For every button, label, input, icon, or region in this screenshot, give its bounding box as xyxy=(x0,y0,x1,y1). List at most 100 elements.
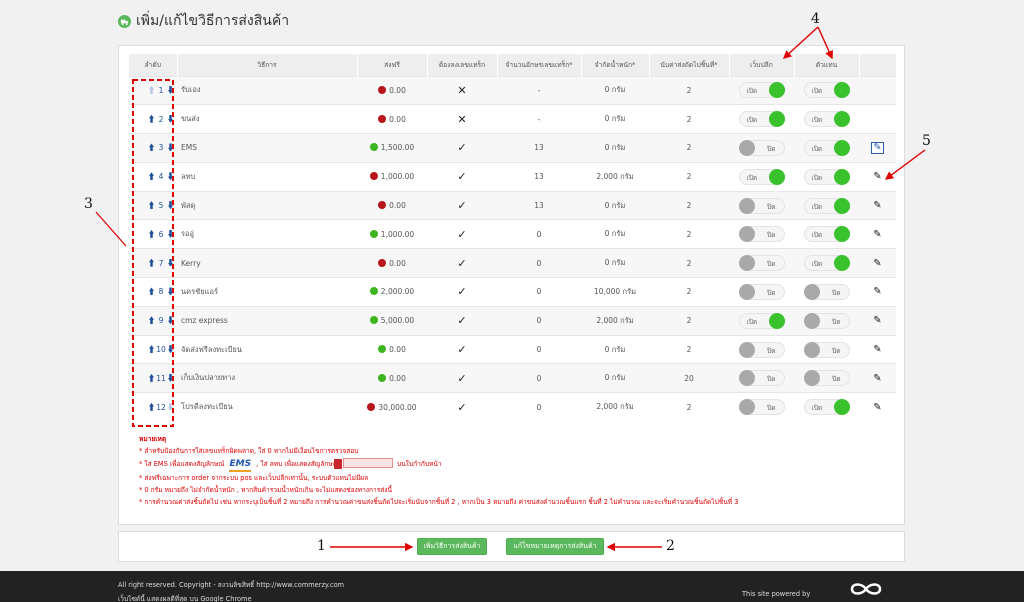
web-retail-toggle[interactable]: ปิด xyxy=(738,399,785,416)
col-free-header[interactable]: ส่งฟรี xyxy=(357,54,428,76)
arrow-down-icon[interactable] xyxy=(168,287,173,296)
col-agent-header[interactable]: ตัวแทน xyxy=(794,54,860,76)
toggle-label: ปิด xyxy=(832,288,841,297)
web-retail-toggle[interactable]: ปิด xyxy=(738,370,785,387)
pencil-icon[interactable]: ✎ xyxy=(873,344,881,355)
web-retail-toggle[interactable]: ปิด xyxy=(738,283,785,300)
web-retail-toggle[interactable]: เปิด xyxy=(738,82,785,99)
toggle-label: เปิด xyxy=(811,231,823,240)
arrow-down-icon[interactable] xyxy=(168,85,173,94)
pencil-icon[interactable]: ✎ xyxy=(873,258,881,269)
arrow-down-icon[interactable] xyxy=(168,316,173,325)
tracking-length-value: 0 xyxy=(497,305,581,336)
agent-toggle[interactable]: เปิด xyxy=(803,82,850,99)
note-3: * ส่งฟรีเฉพาะการ order จากระบบ pos และเว… xyxy=(139,473,369,482)
table-row: 2 ขนส่ง 0.00 ✕ -0 กรัม 2 เปิด เปิด xyxy=(129,104,896,134)
weight-limit-value: 0 กรัม xyxy=(581,363,649,393)
arrow-down-icon[interactable] xyxy=(168,229,173,238)
footer-copyright: All right reserved. Copyright - สงวนลิขส… xyxy=(118,581,345,589)
free-shipping-value: 1,500.00 xyxy=(380,143,415,153)
tracking-cell: ✓ xyxy=(427,305,497,336)
next-item-count-value: 2 xyxy=(649,133,729,163)
check-icon: ✓ xyxy=(457,227,467,241)
col-count-header[interactable]: นับค่าส่งถัดไปชิ้นที่* xyxy=(649,54,730,76)
status-dot-icon xyxy=(378,345,387,354)
toggle-knob xyxy=(833,255,850,272)
check-icon: ✓ xyxy=(457,170,467,184)
arrow-down-icon[interactable] xyxy=(168,172,173,181)
col-order-header[interactable]: ลำดับ xyxy=(129,54,178,76)
order-number: 7 xyxy=(158,258,164,268)
tracking-length-value: 13 xyxy=(497,190,581,220)
pencil-icon[interactable]: ✎ xyxy=(873,286,881,297)
agent-toggle[interactable]: ปิด xyxy=(803,341,850,358)
annotation-4: 4 xyxy=(811,11,820,27)
pencil-icon[interactable]: ✎ xyxy=(873,200,881,211)
order-number: 12 xyxy=(156,402,166,412)
agent-toggle[interactable]: ปิด xyxy=(803,370,850,387)
toggle-label: ปิด xyxy=(767,404,776,413)
add-shipping-method-button[interactable]: เพิ่มวิธีการส่งสินค้า xyxy=(417,538,487,555)
action-cell xyxy=(859,75,896,105)
toggle-label: เปิด xyxy=(811,87,823,96)
agent-toggle[interactable]: เปิด xyxy=(803,139,850,156)
arrow-down-icon[interactable] xyxy=(168,258,173,267)
toggle-label: ปิด xyxy=(832,375,841,384)
toggle-knob xyxy=(833,111,850,128)
pencil-icon[interactable]: ✎ xyxy=(873,402,881,413)
web-retail-toggle[interactable]: ปิด xyxy=(738,139,785,156)
col-weight-header[interactable]: จำกัดน้ำหนัก* xyxy=(581,54,650,76)
web-retail-toggle[interactable]: ปิด xyxy=(738,255,785,272)
free-shipping-cell: 2,000.00 xyxy=(357,277,427,307)
agent-toggle[interactable]: เปิด xyxy=(803,111,850,128)
agent-toggle[interactable]: ปิด xyxy=(803,283,850,300)
arrow-down-icon[interactable] xyxy=(168,114,173,123)
status-dot-icon xyxy=(369,172,378,181)
order-number: 6 xyxy=(158,229,164,239)
col-tracking-header[interactable]: ต้องลงเลขแทร็ก xyxy=(427,54,498,76)
toggle-label: เปิด xyxy=(746,87,758,96)
toggle-label: เปิด xyxy=(811,404,823,413)
arrow-down-icon[interactable] xyxy=(168,373,173,382)
method-name: เก็บเงินปลายทาง xyxy=(177,363,357,393)
agent-toggle[interactable]: ปิด xyxy=(803,312,850,329)
free-shipping-value: 5,000.00 xyxy=(380,316,415,326)
arrow-down-icon[interactable] xyxy=(168,201,173,210)
web-retail-toggle[interactable]: ปิด xyxy=(738,197,785,214)
web-retail-toggle[interactable]: เปิด xyxy=(738,312,785,329)
pencil-icon[interactable]: ✎ xyxy=(873,229,881,240)
table-row: 6 รออู่ 1,000.00 ✓ 0 0 กรัม 2 ปิด เปิด ✎ xyxy=(129,219,896,249)
order-cell: 10 xyxy=(129,334,177,364)
free-shipping-cell: 0.00 xyxy=(357,334,427,364)
agent-toggle[interactable]: เปิด xyxy=(803,399,850,416)
col-method-header[interactable]: วิธีการ xyxy=(177,54,358,76)
col-web-header[interactable]: เว็บปลีก xyxy=(729,54,795,76)
web-retail-toggle[interactable]: เปิด xyxy=(738,111,785,128)
web-retail-toggle[interactable]: ปิด xyxy=(738,341,785,358)
web-retail-toggle[interactable]: ปิด xyxy=(738,226,785,243)
pencil-icon[interactable]: ✎ xyxy=(871,141,884,154)
toggle-knob xyxy=(768,82,785,99)
agent-toggle[interactable]: เปิด xyxy=(803,255,850,272)
status-dot-icon xyxy=(378,201,387,210)
agent-toggle-cell: ปิด xyxy=(794,334,859,364)
tracking-length-value: 0 xyxy=(497,363,581,393)
pencil-icon[interactable]: ✎ xyxy=(873,171,881,182)
agent-toggle-cell: ปิด xyxy=(794,305,859,336)
next-item-count-value: 2 xyxy=(649,75,729,105)
status-dot-icon xyxy=(378,373,387,382)
next-item-count-value: 2 xyxy=(649,219,729,249)
agent-toggle[interactable]: เปิด xyxy=(803,226,850,243)
agent-toggle[interactable]: เปิด xyxy=(803,168,850,185)
pencil-icon[interactable]: ✎ xyxy=(873,373,881,384)
method-name: Kerry xyxy=(177,248,357,278)
arrow-down-icon[interactable] xyxy=(168,345,173,354)
web-retail-toggle[interactable]: เปิด xyxy=(738,168,785,185)
agent-toggle[interactable]: เปิด xyxy=(803,197,850,214)
edit-shipping-notes-button[interactable]: แก้ไขหมายเหตุการส่งสินค้า xyxy=(506,538,604,555)
order-cell: 4 xyxy=(129,161,177,192)
pencil-icon[interactable]: ✎ xyxy=(873,315,881,326)
arrow-down-icon[interactable] xyxy=(168,143,173,152)
col-track-len-header[interactable]: จำนวนอักษรเลขแทร็ก* xyxy=(497,54,582,76)
shipping-methods-panel: ลำดับ วิธีการ ส่งฟรี ต้องลงเลขแทร็ก จำนว… xyxy=(118,45,905,525)
